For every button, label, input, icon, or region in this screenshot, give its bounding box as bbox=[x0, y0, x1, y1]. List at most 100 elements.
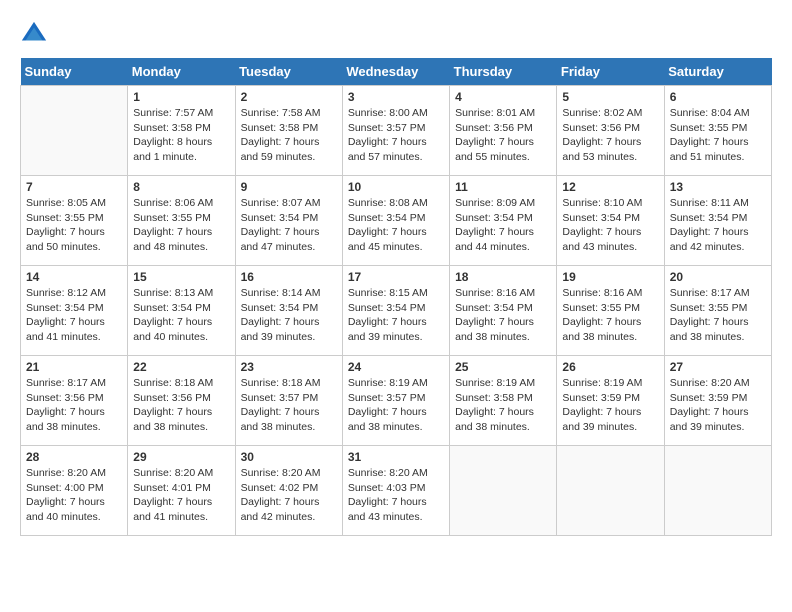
cell-info-text: Sunrise: 8:20 AMSunset: 3:59 PMDaylight:… bbox=[670, 376, 766, 435]
column-header-saturday: Saturday bbox=[664, 58, 771, 86]
cell-date-number: 9 bbox=[241, 180, 337, 194]
cell-date-number: 6 bbox=[670, 90, 766, 104]
cell-info-text: Sunrise: 8:01 AMSunset: 3:56 PMDaylight:… bbox=[455, 106, 551, 165]
calendar-cell: 16 Sunrise: 8:14 AMSunset: 3:54 PMDayligh… bbox=[235, 266, 342, 356]
calendar-cell bbox=[664, 446, 771, 536]
calendar-week-2: 7 Sunrise: 8:05 AMSunset: 3:55 PMDaylight… bbox=[21, 176, 772, 266]
calendar-cell: 7 Sunrise: 8:05 AMSunset: 3:55 PMDaylight… bbox=[21, 176, 128, 266]
cell-info-text: Sunrise: 8:20 AMSunset: 4:02 PMDaylight:… bbox=[241, 466, 337, 525]
calendar-week-3: 14 Sunrise: 8:12 AMSunset: 3:54 PMDayligh… bbox=[21, 266, 772, 356]
calendar-cell: 1 Sunrise: 7:57 AMSunset: 3:58 PMDaylight… bbox=[128, 86, 235, 176]
cell-info-text: Sunrise: 8:15 AMSunset: 3:54 PMDaylight:… bbox=[348, 286, 444, 345]
page-header bbox=[20, 20, 772, 48]
cell-date-number: 1 bbox=[133, 90, 229, 104]
cell-date-number: 8 bbox=[133, 180, 229, 194]
cell-date-number: 15 bbox=[133, 270, 229, 284]
cell-info-text: Sunrise: 8:18 AMSunset: 3:57 PMDaylight:… bbox=[241, 376, 337, 435]
column-header-thursday: Thursday bbox=[450, 58, 557, 86]
cell-date-number: 29 bbox=[133, 450, 229, 464]
cell-date-number: 17 bbox=[348, 270, 444, 284]
cell-info-text: Sunrise: 8:17 AMSunset: 3:55 PMDaylight:… bbox=[670, 286, 766, 345]
calendar-cell: 2Sunrise: 7:58 AMSunset: 3:58 PMDaylight… bbox=[235, 86, 342, 176]
calendar-cell: 10Sunrise: 8:08 AMSunset: 3:54 PMDayligh… bbox=[342, 176, 449, 266]
cell-date-number: 31 bbox=[348, 450, 444, 464]
calendar-cell: 20 Sunrise: 8:17 AMSunset: 3:55 PMDayligh… bbox=[664, 266, 771, 356]
calendar-cell: 3 Sunrise: 8:00 AMSunset: 3:57 PMDaylight… bbox=[342, 86, 449, 176]
calendar-cell: 18 Sunrise: 8:16 AMSunset: 3:54 PMDayligh… bbox=[450, 266, 557, 356]
calendar-week-1: 1 Sunrise: 7:57 AMSunset: 3:58 PMDaylight… bbox=[21, 86, 772, 176]
logo-icon bbox=[20, 20, 48, 48]
calendar-cell: 30 Sunrise: 8:20 AMSunset: 4:02 PMDayligh… bbox=[235, 446, 342, 536]
cell-date-number: 13 bbox=[670, 180, 766, 194]
calendar-cell bbox=[21, 86, 128, 176]
calendar-cell: 24Sunrise: 8:19 AMSunset: 3:57 PMDayligh… bbox=[342, 356, 449, 446]
cell-info-text: Sunrise: 8:10 AMSunset: 3:54 PMDaylight:… bbox=[562, 196, 658, 255]
cell-info-text: Sunrise: 8:16 AMSunset: 3:54 PMDaylight:… bbox=[455, 286, 551, 345]
cell-date-number: 5 bbox=[562, 90, 658, 104]
column-header-tuesday: Tuesday bbox=[235, 58, 342, 86]
calendar-table: SundayMondayTuesdayWednesdayThursdayFrid… bbox=[20, 58, 772, 536]
cell-info-text: Sunrise: 8:14 AMSunset: 3:54 PMDaylight:… bbox=[241, 286, 337, 345]
cell-date-number: 11 bbox=[455, 180, 551, 194]
cell-info-text: Sunrise: 8:18 AMSunset: 3:56 PMDaylight:… bbox=[133, 376, 229, 435]
cell-date-number: 27 bbox=[670, 360, 766, 374]
cell-info-text: Sunrise: 8:20 AMSunset: 4:01 PMDaylight:… bbox=[133, 466, 229, 525]
calendar-cell: 11 Sunrise: 8:09 AMSunset: 3:54 PMDayligh… bbox=[450, 176, 557, 266]
calendar-cell: 14 Sunrise: 8:12 AMSunset: 3:54 PMDayligh… bbox=[21, 266, 128, 356]
cell-info-text: Sunrise: 7:57 AMSunset: 3:58 PMDaylight:… bbox=[133, 106, 229, 165]
cell-info-text: Sunrise: 8:19 AMSunset: 3:58 PMDaylight:… bbox=[455, 376, 551, 435]
cell-info-text: Sunrise: 8:04 AMSunset: 3:55 PMDaylight:… bbox=[670, 106, 766, 165]
cell-date-number: 12 bbox=[562, 180, 658, 194]
cell-date-number: 7 bbox=[26, 180, 122, 194]
calendar-cell: 19 Sunrise: 8:16 AMSunset: 3:55 PMDayligh… bbox=[557, 266, 664, 356]
cell-info-text: Sunrise: 8:05 AMSunset: 3:55 PMDaylight:… bbox=[26, 196, 122, 255]
cell-info-text: Sunrise: 8:20 AMSunset: 4:00 PMDaylight:… bbox=[26, 466, 122, 525]
cell-info-text: Sunrise: 8:12 AMSunset: 3:54 PMDaylight:… bbox=[26, 286, 122, 345]
cell-date-number: 10 bbox=[348, 180, 444, 194]
calendar-cell: 23 Sunrise: 8:18 AMSunset: 3:57 PMDayligh… bbox=[235, 356, 342, 446]
cell-date-number: 20 bbox=[670, 270, 766, 284]
cell-date-number: 21 bbox=[26, 360, 122, 374]
cell-date-number: 18 bbox=[455, 270, 551, 284]
cell-info-text: Sunrise: 8:06 AMSunset: 3:55 PMDaylight:… bbox=[133, 196, 229, 255]
column-header-monday: Monday bbox=[128, 58, 235, 86]
cell-date-number: 14 bbox=[26, 270, 122, 284]
cell-date-number: 23 bbox=[241, 360, 337, 374]
cell-date-number: 2 bbox=[241, 90, 337, 104]
column-header-friday: Friday bbox=[557, 58, 664, 86]
cell-info-text: Sunrise: 8:09 AMSunset: 3:54 PMDaylight:… bbox=[455, 196, 551, 255]
calendar-cell: 12 Sunrise: 8:10 AMSunset: 3:54 PMDayligh… bbox=[557, 176, 664, 266]
cell-info-text: Sunrise: 8:17 AMSunset: 3:56 PMDaylight:… bbox=[26, 376, 122, 435]
calendar-header-row: SundayMondayTuesdayWednesdayThursdayFrid… bbox=[21, 58, 772, 86]
cell-info-text: Sunrise: 8:07 AMSunset: 3:54 PMDaylight:… bbox=[241, 196, 337, 255]
cell-date-number: 16 bbox=[241, 270, 337, 284]
calendar-cell: 5 Sunrise: 8:02 AMSunset: 3:56 PMDaylight… bbox=[557, 86, 664, 176]
cell-info-text: Sunrise: 8:19 AMSunset: 3:59 PMDaylight:… bbox=[562, 376, 658, 435]
cell-date-number: 24 bbox=[348, 360, 444, 374]
calendar-cell: 13 Sunrise: 8:11 AMSunset: 3:54 PMDayligh… bbox=[664, 176, 771, 266]
cell-info-text: Sunrise: 8:20 AMSunset: 4:03 PMDaylight:… bbox=[348, 466, 444, 525]
cell-date-number: 28 bbox=[26, 450, 122, 464]
cell-info-text: Sunrise: 8:16 AMSunset: 3:55 PMDaylight:… bbox=[562, 286, 658, 345]
calendar-cell: 26 Sunrise: 8:19 AMSunset: 3:59 PMDayligh… bbox=[557, 356, 664, 446]
cell-date-number: 25 bbox=[455, 360, 551, 374]
calendar-cell: 8 Sunrise: 8:06 AMSunset: 3:55 PMDaylight… bbox=[128, 176, 235, 266]
calendar-cell bbox=[557, 446, 664, 536]
calendar-cell: 4Sunrise: 8:01 AMSunset: 3:56 PMDaylight… bbox=[450, 86, 557, 176]
cell-date-number: 26 bbox=[562, 360, 658, 374]
calendar-week-5: 28 Sunrise: 8:20 AMSunset: 4:00 PMDayligh… bbox=[21, 446, 772, 536]
calendar-cell: 9 Sunrise: 8:07 AMSunset: 3:54 PMDaylight… bbox=[235, 176, 342, 266]
column-header-sunday: Sunday bbox=[21, 58, 128, 86]
calendar-cell: 21 Sunrise: 8:17 AMSunset: 3:56 PMDayligh… bbox=[21, 356, 128, 446]
calendar-cell: 25 Sunrise: 8:19 AMSunset: 3:58 PMDayligh… bbox=[450, 356, 557, 446]
cell-info-text: Sunrise: 8:00 AMSunset: 3:57 PMDaylight:… bbox=[348, 106, 444, 165]
cell-info-text: Sunrise: 8:02 AMSunset: 3:56 PMDaylight:… bbox=[562, 106, 658, 165]
cell-date-number: 19 bbox=[562, 270, 658, 284]
column-header-wednesday: Wednesday bbox=[342, 58, 449, 86]
calendar-week-4: 21 Sunrise: 8:17 AMSunset: 3:56 PMDayligh… bbox=[21, 356, 772, 446]
cell-info-text: Sunrise: 8:11 AMSunset: 3:54 PMDaylight:… bbox=[670, 196, 766, 255]
calendar-cell: 29 Sunrise: 8:20 AMSunset: 4:01 PMDayligh… bbox=[128, 446, 235, 536]
cell-date-number: 3 bbox=[348, 90, 444, 104]
cell-date-number: 30 bbox=[241, 450, 337, 464]
calendar-cell: 31 Sunrise: 8:20 AMSunset: 4:03 PMDayligh… bbox=[342, 446, 449, 536]
